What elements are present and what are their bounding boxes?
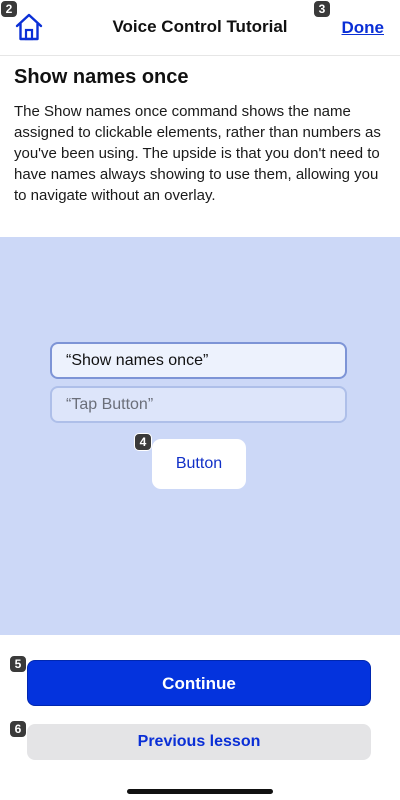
lesson-content: Show names once The Show names once comm…	[14, 66, 390, 206]
lesson-description: The Show names once command shows the na…	[14, 103, 381, 204]
done-button[interactable]: Done	[342, 18, 385, 38]
badge-done: 3	[313, 0, 331, 18]
badge-previous: 6	[9, 720, 27, 738]
badge-home: 2	[0, 0, 18, 18]
command-active: “Show names once”	[50, 342, 347, 379]
badge-demo-button: 4	[134, 433, 152, 451]
nav-header: Voice Control Tutorial Done	[0, 0, 400, 56]
badge-continue: 5	[9, 655, 27, 673]
demo-button[interactable]: Button	[152, 439, 246, 489]
command-next: “Tap Button”	[50, 386, 347, 423]
continue-button[interactable]: Continue	[27, 660, 371, 706]
demo-area: “Show names once” “Tap Button” Button 4	[0, 237, 400, 635]
page-title: Voice Control Tutorial	[112, 17, 288, 36]
lesson-heading: Show names once	[14, 66, 189, 88]
home-indicator[interactable]	[127, 789, 273, 794]
previous-lesson-button[interactable]: Previous lesson	[27, 724, 371, 760]
